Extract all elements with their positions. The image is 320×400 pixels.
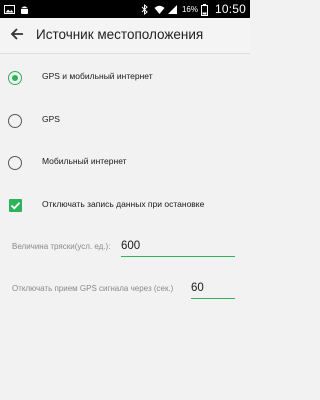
radio-button-checked[interactable]: [8, 71, 22, 85]
option-label: GPS и мобильный интернет: [42, 71, 153, 81]
option-gps-and-mobile[interactable]: GPS и мобильный интернет: [0, 58, 250, 98]
option-label: Отключать запись данных при остановке: [42, 199, 205, 209]
gps-timeout-field: Отключать прием GPS сигнала через (сек.)…: [0, 279, 250, 301]
clock: 10:50: [214, 2, 246, 16]
gps-timeout-input[interactable]: 60: [191, 279, 235, 299]
arrow-left-icon: [10, 27, 24, 46]
android-icon: [19, 4, 30, 15]
shake-threshold-field: Величина тряски(усл. ед.): 600: [0, 237, 250, 259]
signal-icon: [167, 4, 179, 15]
gps-timeout-label: Отключать прием GPS сигнала через (сек.): [12, 284, 174, 293]
battery-icon: [200, 3, 212, 16]
option-label: GPS: [42, 114, 60, 124]
bluetooth-icon: [140, 3, 151, 15]
image-icon: [4, 4, 15, 15]
option-stop-recording[interactable]: Отключать запись данных при остановке: [0, 186, 250, 226]
checkbox-checked[interactable]: [9, 199, 22, 212]
app-bar: Источник местоположения: [0, 18, 250, 54]
option-gps[interactable]: GPS: [0, 101, 250, 141]
radio-button[interactable]: [8, 156, 22, 170]
back-button[interactable]: [6, 25, 28, 47]
option-mobile-internet[interactable]: Мобильный интернет: [0, 143, 250, 183]
shake-threshold-label: Величина тряски(усл. ед.):: [12, 242, 111, 251]
page-title: Источник местоположения: [36, 27, 204, 42]
status-bar: 16% 10:50: [0, 0, 250, 18]
wifi-icon: [154, 4, 165, 15]
shake-threshold-input[interactable]: 600: [121, 237, 235, 257]
check-icon: [10, 202, 21, 210]
battery-percent: 16%: [181, 4, 198, 14]
option-label: Мобильный интернет: [42, 156, 127, 166]
radio-button[interactable]: [8, 114, 22, 128]
